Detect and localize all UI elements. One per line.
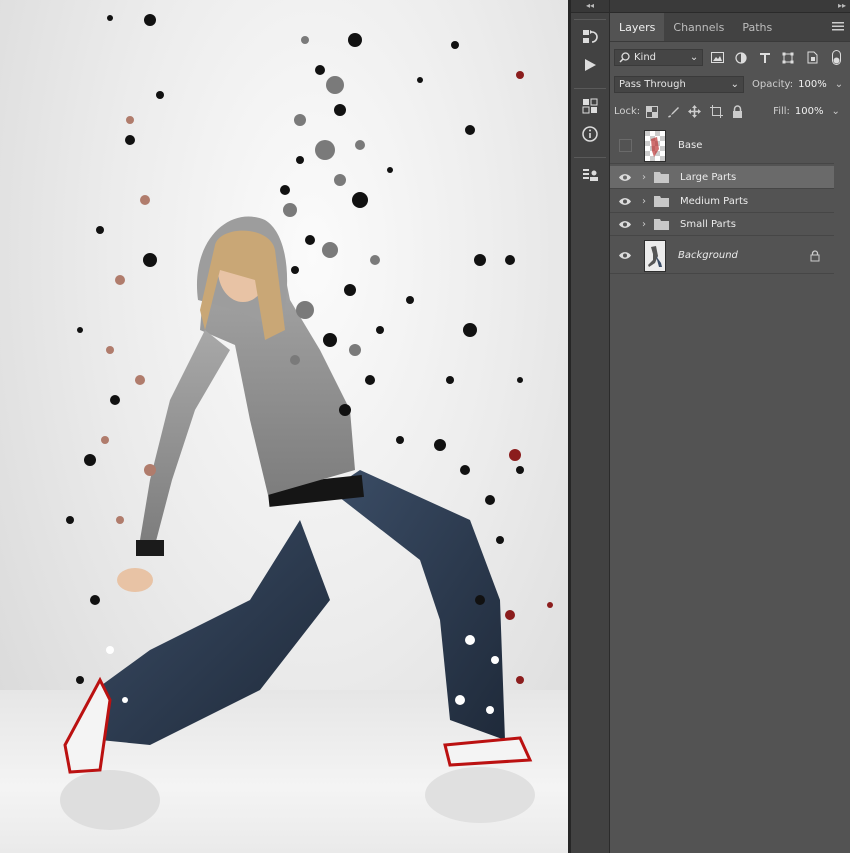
chevron-right-icon[interactable]: ›: [642, 196, 646, 207]
toggle-switch-icon: [831, 50, 841, 65]
layer-row-small-parts[interactable]: › Small Parts: [610, 213, 834, 236]
libraries-button[interactable]: [574, 93, 606, 119]
chevron-down-icon: ⌄: [689, 52, 699, 63]
filter-kind-value: Kind: [634, 52, 657, 63]
layer-name[interactable]: Large Parts: [680, 172, 736, 183]
fill-label: Fill:: [773, 106, 790, 117]
layer-row-large-parts[interactable]: › Large Parts: [610, 166, 834, 189]
filter-toggle-switch[interactable]: [826, 48, 846, 68]
image-filter-icon: [710, 52, 724, 63]
lock-row: Lock: Fill: 100% ⌄: [610, 98, 850, 125]
lock-all-icon[interactable]: [732, 105, 743, 118]
visibility-toggle[interactable]: [610, 173, 640, 182]
panel-dock: ◂◂: [571, 0, 610, 853]
lock-image-pixels-icon[interactable]: [667, 106, 680, 118]
shape-filter-icon: [782, 52, 794, 63]
adjustment-filter-icon: [735, 51, 747, 64]
actions-button[interactable]: [574, 52, 606, 78]
eye-icon: [619, 173, 631, 181]
double-chevron-left-icon[interactable]: ◂◂: [586, 1, 594, 10]
layer-row-medium-parts[interactable]: › Medium Parts: [610, 190, 834, 213]
dock-group-1: [574, 19, 606, 82]
info-icon: [582, 126, 598, 142]
folder-icon: [654, 172, 669, 183]
history-icon: [583, 30, 598, 43]
filter-row: Kind ⌄: [610, 44, 850, 71]
chevron-down-icon: ⌄: [730, 79, 739, 90]
dock-group-2: [574, 88, 606, 151]
eye-icon: [619, 220, 631, 228]
layer-list: Base › Large Parts › Medium Parts › Smal…: [610, 128, 850, 853]
blend-mode-dropdown[interactable]: Pass Through ⌄: [614, 76, 744, 93]
opacity-label: Opacity:: [752, 79, 794, 90]
opacity-chevron-icon[interactable]: ⌄: [835, 79, 843, 90]
search-icon: [619, 52, 630, 63]
layer-name[interactable]: Background: [678, 250, 738, 261]
lock-icon: [810, 250, 820, 262]
visibility-toggle[interactable]: [610, 251, 640, 260]
visibility-toggle[interactable]: [610, 220, 640, 229]
visibility-toggle[interactable]: [610, 197, 640, 206]
layers-panel: ▸▸ Layers Channels Paths Kind ⌄ Pass Thr…: [610, 0, 850, 853]
tab-paths[interactable]: Paths: [733, 13, 781, 41]
tab-channels[interactable]: Channels: [664, 13, 733, 41]
properties-icon: [583, 169, 598, 181]
panel-tabs: Layers Channels Paths: [610, 13, 850, 42]
chevron-right-icon[interactable]: ›: [642, 172, 646, 183]
lock-transparent-pixels-icon[interactable]: [646, 105, 659, 118]
fill-field[interactable]: 100%: [795, 106, 824, 117]
filter-smart-object-button[interactable]: [802, 48, 822, 68]
fill-chevron-icon[interactable]: ⌄: [832, 106, 840, 117]
layer-name[interactable]: Base: [678, 140, 702, 151]
smart-object-filter-icon: [807, 51, 818, 64]
layer-thumbnail: [644, 239, 666, 272]
lock-label: Lock:: [614, 106, 641, 117]
properties-button[interactable]: [574, 162, 606, 188]
filter-type-button[interactable]: [755, 48, 775, 68]
layer-name[interactable]: Small Parts: [680, 219, 736, 230]
filter-kind-dropdown[interactable]: Kind ⌄: [614, 49, 704, 66]
eye-icon: [619, 197, 631, 205]
dock-collapse-strip[interactable]: ◂◂: [571, 0, 609, 13]
eye-icon: [619, 252, 631, 259]
blend-mode-value: Pass Through: [619, 79, 686, 90]
type-filter-icon: [759, 52, 770, 63]
double-chevron-right-icon[interactable]: ▸▸: [838, 1, 846, 10]
dispersion-artwork: [60, 14, 553, 830]
filter-shape-button[interactable]: [779, 48, 799, 68]
layer-row-background[interactable]: Background: [610, 238, 834, 274]
layer-name[interactable]: Medium Parts: [680, 196, 748, 207]
panel-menu-button[interactable]: [832, 21, 844, 34]
filter-pixel-button[interactable]: [707, 48, 727, 68]
blend-row: Pass Through ⌄ Opacity: 100% ⌄: [610, 71, 850, 98]
hamburger-menu-icon: [832, 22, 844, 31]
chevron-right-icon[interactable]: ›: [642, 219, 646, 230]
folder-icon: [654, 196, 669, 207]
libraries-icon: [582, 98, 598, 114]
panel-collapse-strip[interactable]: ▸▸: [610, 0, 850, 13]
layer-thumbnail: [644, 129, 666, 162]
info-button[interactable]: [574, 121, 606, 147]
play-action-icon: [585, 59, 596, 71]
visibility-off-box[interactable]: [618, 139, 632, 152]
tab-layers[interactable]: Layers: [610, 13, 665, 41]
document-canvas[interactable]: [0, 0, 568, 853]
filter-adjustment-button[interactable]: [731, 48, 751, 68]
folder-icon: [654, 219, 669, 230]
prevent-autonest-icon[interactable]: [710, 105, 724, 118]
layer-row-base[interactable]: Base: [610, 128, 834, 164]
dock-group-3: [574, 157, 606, 192]
history-button[interactable]: [574, 24, 606, 50]
opacity-field[interactable]: 100%: [798, 79, 827, 90]
lock-position-icon[interactable]: [688, 105, 702, 118]
visibility-toggle[interactable]: [610, 139, 640, 152]
